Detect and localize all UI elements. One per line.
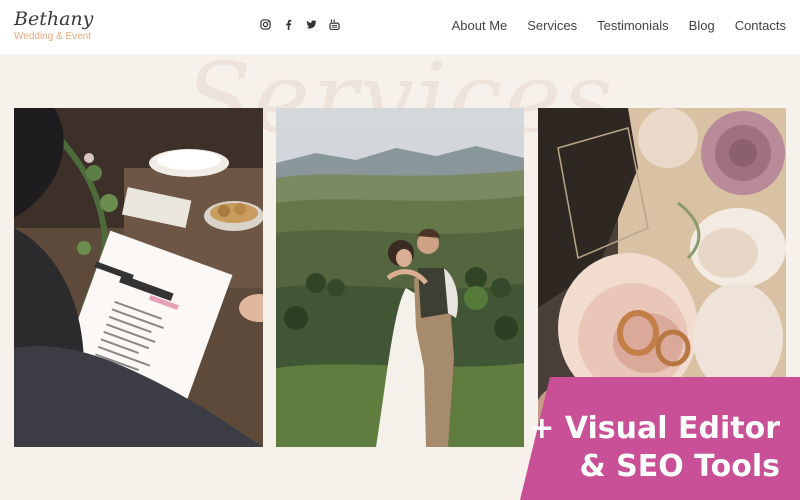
nav-blog[interactable]: Blog: [689, 18, 715, 34]
instagram-icon[interactable]: [260, 19, 271, 30]
twitter-icon[interactable]: [306, 19, 317, 30]
nav-contacts[interactable]: Contacts: [735, 18, 786, 34]
gallery-photo-planner[interactable]: [14, 108, 263, 447]
gallery-photo-couple[interactable]: [276, 108, 524, 447]
promo-badge: + Visual Editor & SEO Tools: [520, 377, 800, 500]
youtube-icon[interactable]: [329, 19, 340, 30]
promo-line-2: & SEO Tools: [579, 449, 781, 484]
facebook-icon[interactable]: [283, 19, 294, 30]
site-logo[interactable]: Bethany Wedding & Event: [14, 8, 93, 43]
main-nav: About Me Services Testimonials Blog Cont…: [452, 18, 786, 34]
social-links: [260, 19, 340, 30]
promo-text: + Visual Editor & SEO Tools: [529, 410, 780, 486]
logo-name: Bethany: [14, 8, 94, 30]
nav-testimonials[interactable]: Testimonials: [597, 18, 669, 34]
promo-line-1: + Visual Editor: [529, 411, 780, 446]
nav-services[interactable]: Services: [527, 18, 577, 34]
nav-about-me[interactable]: About Me: [452, 18, 508, 34]
